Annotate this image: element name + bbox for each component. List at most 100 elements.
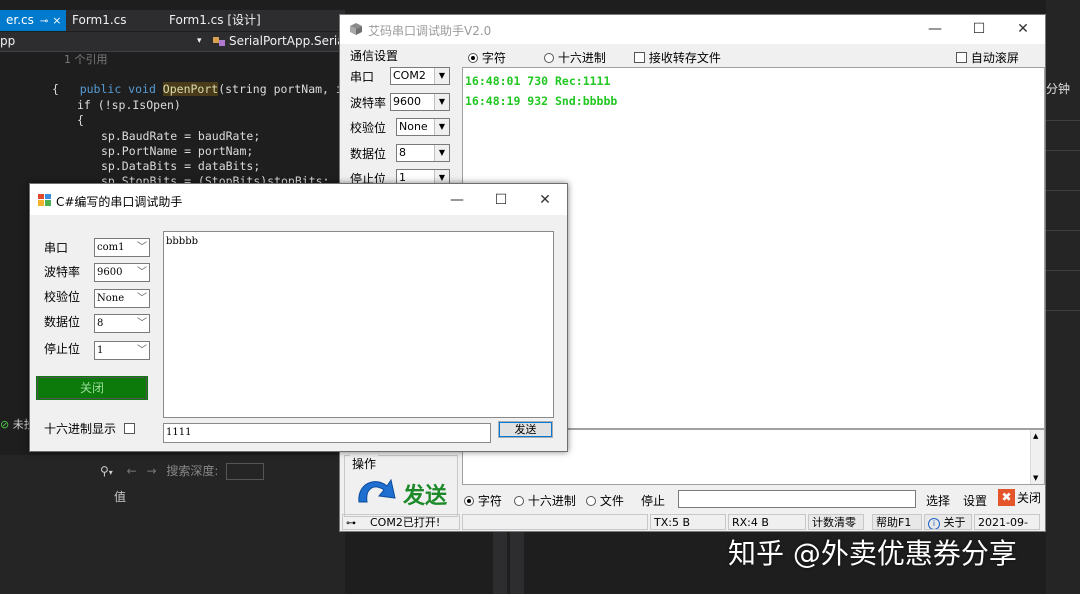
checkbox-icon[interactable] xyxy=(956,52,967,63)
scrollbar[interactable] xyxy=(493,532,507,594)
cs-send-button[interactable]: 发送 xyxy=(498,421,553,438)
cs-parity-select[interactable]: None ﹀ xyxy=(94,289,150,308)
aima-title-bar[interactable]: 艾码串口调试助手V2.0 — ☐ ✕ xyxy=(340,15,1045,44)
close-icon[interactable]: ✕ xyxy=(1008,19,1038,39)
code-keyword: public void xyxy=(79,82,163,96)
send-hex-radio[interactable]: 十六进制 xyxy=(514,492,576,509)
search-depth-select[interactable] xyxy=(226,463,265,480)
minimize-icon[interactable]: — xyxy=(920,19,950,39)
code-editor[interactable]: 1 个引用 public void OpenPort(string portNa… xyxy=(0,52,398,188)
cs-title-bar[interactable]: C#编写的串口调试助手 — ☐ ✕ xyxy=(30,184,567,215)
help-button[interactable]: 帮助F1 xyxy=(872,514,922,530)
settings-button[interactable]: 设置 xyxy=(963,492,987,509)
chevron-down-icon[interactable]: ﹀ xyxy=(137,290,147,307)
auto-scroll-checkbox[interactable]: 自动滚屏 xyxy=(956,49,1019,66)
chevron-down-icon[interactable]: ▼ xyxy=(434,68,449,84)
chevron-down-icon[interactable]: ﹀ xyxy=(137,264,147,281)
date-display: 2021-09- xyxy=(974,514,1040,530)
chevron-down-icon[interactable]: ▾ xyxy=(109,468,113,477)
select-value: 8 xyxy=(97,318,104,329)
status-blank xyxy=(462,514,648,530)
forward-arrow-icon[interactable]: → xyxy=(147,464,157,478)
scrollbar[interactable]: ▲ ▼ xyxy=(1030,430,1044,484)
radio-icon[interactable] xyxy=(544,53,554,63)
cs-baud-select[interactable]: 9600 ﹀ xyxy=(94,263,150,282)
select-button[interactable]: 选择 xyxy=(926,492,950,509)
window-title: C#编写的串口调试助手 xyxy=(56,195,183,209)
recv-char-radio[interactable]: 字符 xyxy=(468,49,506,66)
chevron-down-icon[interactable]: ﹀ xyxy=(137,239,147,256)
field-label: 波特率 xyxy=(350,96,387,110)
radio-icon[interactable] xyxy=(586,496,596,506)
cs-databits-select[interactable]: 8 ﹀ xyxy=(94,314,150,333)
chevron-down-icon[interactable]: ▼ xyxy=(434,94,449,110)
databits-select[interactable]: 8 ▼ xyxy=(396,144,450,162)
cs-stopbits-select[interactable]: 1 ﹀ xyxy=(94,341,150,360)
project-dropdown[interactable]: pp xyxy=(0,34,15,48)
maximize-icon[interactable]: ☐ xyxy=(964,19,994,39)
maximize-icon[interactable]: ☐ xyxy=(486,190,516,210)
tab-label: er.cs xyxy=(6,13,34,27)
close-icon[interactable]: × xyxy=(52,14,61,27)
chevron-down-icon[interactable]: ▾ xyxy=(197,36,202,46)
select-value: com1 xyxy=(97,242,125,253)
radio-label: 十六进制 xyxy=(527,494,576,508)
tab-form1-cs[interactable]: Form1.cs xyxy=(66,10,133,31)
reference-count[interactable]: 1 个引用 xyxy=(64,52,108,67)
tab-label: Form1.cs [设计] xyxy=(169,13,261,27)
stop-button[interactable]: 停止 xyxy=(641,492,665,509)
scroll-up-icon[interactable]: ▲ xyxy=(1033,432,1038,440)
send-button[interactable]: 发送 xyxy=(351,470,455,512)
checkbox-icon[interactable] xyxy=(634,52,645,63)
value-column-header: 值 xyxy=(114,490,127,504)
about-button[interactable]: i 关于 xyxy=(924,514,972,530)
hex-display-checkbox[interactable]: 十六进制显示 xyxy=(44,420,135,437)
code-line: { xyxy=(77,113,84,127)
send-file-radio[interactable]: 文件 xyxy=(586,492,624,509)
close-port-button[interactable]: 关闭 xyxy=(36,376,148,400)
checkbox-icon[interactable] xyxy=(123,423,135,434)
chevron-down-icon[interactable]: ▼ xyxy=(434,119,449,135)
back-arrow-icon[interactable]: ← xyxy=(127,464,137,478)
parity-select[interactable]: None ▼ xyxy=(396,118,450,136)
close-button[interactable]: ✖ 关闭 xyxy=(998,489,1041,506)
pin-icon[interactable]: ⊸ xyxy=(40,16,48,27)
cs-receive-area[interactable]: bbbbb xyxy=(163,231,554,418)
divider xyxy=(1046,230,1080,231)
chevron-down-icon[interactable]: ﹀ xyxy=(137,342,147,359)
chevron-down-icon[interactable]: ▼ xyxy=(434,145,449,161)
cs-port-select[interactable]: com1 ﹀ xyxy=(94,238,150,257)
baud-select[interactable]: 9600 ▼ xyxy=(390,93,450,111)
search-icon[interactable]: ⚲ xyxy=(100,464,109,478)
cs-send-input[interactable]: 1111 xyxy=(163,423,491,443)
send-file-path-input[interactable] xyxy=(678,490,916,508)
scrollbar[interactable] xyxy=(510,532,524,594)
radio-label: 字符 xyxy=(477,494,502,508)
comm-settings-group: 通信设置 串口 COM2 ▼ 波特率 9600 ▼ 校验位 None ▼ 数据位 8 ▼… xyxy=(346,47,458,187)
radio-icon[interactable] xyxy=(468,53,478,63)
recv-to-file-checkbox[interactable]: 接收转存文件 xyxy=(634,49,721,66)
clear-count-button[interactable]: 计数清零 xyxy=(808,514,864,530)
field-label: 波特率 xyxy=(44,265,81,279)
tab-form1-design[interactable]: Form1.cs [设计] xyxy=(163,10,267,31)
class-dropdown[interactable]: SerialPortApp.Serial xyxy=(229,34,348,48)
vs-right-panel: 分钟 xyxy=(1046,0,1080,594)
field-label: 数据位 xyxy=(350,147,387,161)
plug-icon: ⊶ xyxy=(346,518,356,529)
port-select[interactable]: COM2 ▼ xyxy=(390,67,450,85)
minimize-icon[interactable]: — xyxy=(442,190,472,210)
send-char-radio[interactable]: 字符 xyxy=(464,492,502,509)
scroll-down-icon[interactable]: ▼ xyxy=(1033,474,1038,482)
radio-icon[interactable] xyxy=(514,496,524,506)
group-title: 通信设置 xyxy=(350,49,399,63)
field-label: 串口 xyxy=(44,241,69,255)
checkbox-label: 接收转存文件 xyxy=(648,51,721,65)
tab-serialport-cs[interactable]: er.cs ⊸ × xyxy=(0,10,66,31)
method-name: OpenPort xyxy=(162,82,219,96)
send-label: 发送 xyxy=(403,484,448,509)
chevron-down-icon[interactable]: ﹀ xyxy=(137,315,147,332)
recv-hex-radio[interactable]: 十六进制 xyxy=(544,49,606,66)
port-status: ⊶ COM2已打开! xyxy=(342,514,460,530)
close-icon[interactable]: ✕ xyxy=(530,190,560,210)
radio-icon[interactable] xyxy=(464,496,474,506)
